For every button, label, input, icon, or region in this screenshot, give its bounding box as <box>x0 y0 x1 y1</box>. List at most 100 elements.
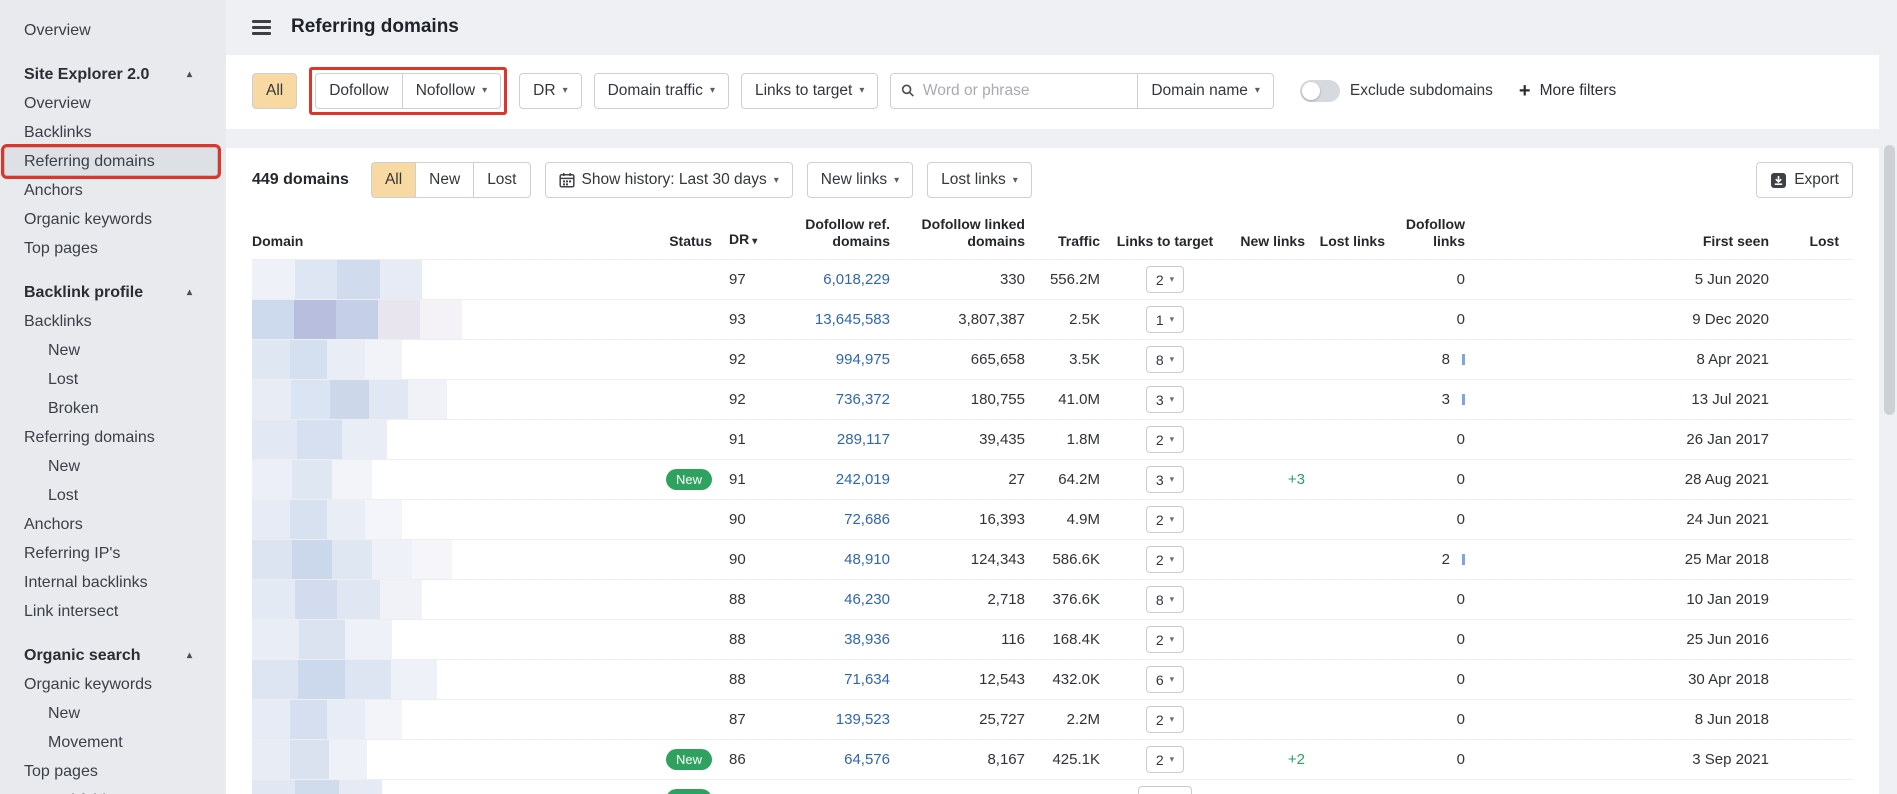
scrollbar-thumb[interactable] <box>1884 145 1895 415</box>
sidebar-item-broken[interactable]: Broken <box>4 394 218 423</box>
collapse-arrow-icon[interactable]: ▴ <box>187 650 192 661</box>
col-header-traffic[interactable]: Traffic <box>1025 210 1100 260</box>
segment-lost-button[interactable]: Lost <box>473 162 530 198</box>
col-header-status[interactable]: Status <box>632 210 712 260</box>
more-filters-button[interactable]: + More filters <box>1519 81 1616 101</box>
export-button[interactable]: Export <box>1756 162 1853 198</box>
sidebar-item-organic-search[interactable]: Organic search▴ <box>4 641 218 670</box>
col-header-dr[interactable]: DR▾ <box>712 210 770 260</box>
links-to-target-dropdown[interactable]: 1▾ <box>1146 306 1184 333</box>
sidebar-item-movement[interactable]: Movement <box>4 728 218 757</box>
lost-cell <box>1777 340 1853 380</box>
search-input[interactable] <box>923 82 1127 100</box>
links-to-target-dropdown[interactable]: 2▾ <box>1146 546 1184 573</box>
table-row: 9072,68616,3934.9M2▾024 Jun 2021 <box>252 500 1853 540</box>
sidebar-item-link-intersect[interactable]: Link intersect <box>4 597 218 626</box>
traffic-cell: 586.6K <box>1025 540 1100 580</box>
dofollow-ref-domains-link[interactable]: 48,910 <box>844 551 890 568</box>
sidebar-item-referring-domains[interactable]: Referring domains <box>4 147 218 176</box>
sidebar-item-referring-domains[interactable]: Referring domains <box>4 423 218 452</box>
sidebar-item-backlink-profile[interactable]: Backlink profile▴ <box>4 278 218 307</box>
search-scope-select[interactable]: Domain name▾ <box>1138 73 1274 109</box>
new-links-button[interactable]: New links▾ <box>807 162 913 198</box>
links-to-target-dropdown[interactable]: 2▾ <box>1146 506 1184 533</box>
col-header-lost-links[interactable]: Lost links <box>1305 210 1385 260</box>
sidebar-item-site-explorer-2-0[interactable]: Site Explorer 2.0▴ <box>4 60 218 89</box>
dofollow-ref-domains-link[interactable]: 289,117 <box>837 431 890 448</box>
col-header-new-links[interactable]: New links <box>1230 210 1305 260</box>
show-history-button[interactable]: Show history: Last 30 days▾ <box>545 162 793 198</box>
dofollow-ref-domains-link[interactable]: 72,686 <box>844 511 890 528</box>
sidebar-item-overview[interactable]: Overview <box>4 89 218 118</box>
dofollow-ref-domains-link[interactable]: 64,576 <box>844 751 890 768</box>
filter-domain-traffic-button[interactable]: Domain traffic▾ <box>594 73 729 109</box>
new-links-cell[interactable]: +236 <box>1230 780 1305 794</box>
sidebar-item-new[interactable]: New <box>4 452 218 481</box>
vertical-scrollbar[interactable] <box>1882 0 1897 794</box>
new-links-cell[interactable]: +3 <box>1230 460 1305 500</box>
chevron-down-icon: ▾ <box>1255 85 1260 96</box>
sidebar-item-referring-ip-s[interactable]: Referring IP's <box>4 539 218 568</box>
collapse-arrow-icon[interactable]: ▴ <box>187 69 192 80</box>
sidebar-item-new[interactable]: New <box>4 336 218 365</box>
segment-all-button[interactable]: All <box>371 162 415 198</box>
sidebar-item-backlinks[interactable]: Backlinks <box>4 307 218 336</box>
new-links-cell[interactable]: +2 <box>1230 740 1305 780</box>
dofollow-ref-domains-link[interactable]: 38,936 <box>844 631 890 648</box>
domain-cell <box>252 620 632 660</box>
exclude-subdomains-toggle[interactable] <box>1300 80 1340 102</box>
lost-links-button[interactable]: Lost links▾ <box>927 162 1032 198</box>
links-to-target-dropdown[interactable]: 2▾ <box>1146 706 1184 733</box>
filter-links-to-target-button[interactable]: Links to target▾ <box>741 73 878 109</box>
menu-icon[interactable] <box>252 20 271 35</box>
col-header-dofollow-linked-domains[interactable]: Dofollow linked domains <box>890 210 1025 260</box>
links-to-target-dropdown[interactable]: 236▾ <box>1138 786 1192 794</box>
links-to-target-dropdown[interactable]: 2▾ <box>1146 266 1184 293</box>
app-window: OverviewSite Explorer 2.0▴OverviewBackli… <box>0 0 1897 794</box>
dofollow-ref-domains-link[interactable]: 242,019 <box>836 471 890 488</box>
dofollow-ref-domains-link[interactable]: 139,523 <box>836 711 890 728</box>
links-to-target-dropdown[interactable]: 2▾ <box>1146 626 1184 653</box>
sidebar-item-internal-backlinks[interactable]: Internal backlinks <box>4 568 218 597</box>
filter-all-button[interactable]: All <box>252 73 297 109</box>
links-to-target-dropdown[interactable]: 3▾ <box>1146 386 1184 413</box>
links-to-target-dropdown[interactable]: 2▾ <box>1146 746 1184 773</box>
col-header-dofollow-ref-domains[interactable]: Dofollow ref. domains <box>770 210 890 260</box>
col-header-lost[interactable]: Lost <box>1777 210 1853 260</box>
dofollow-ref-domains-link[interactable]: 994,975 <box>836 351 890 368</box>
sidebar-item-organic-keywords[interactable]: Organic keywords <box>4 205 218 234</box>
dofollow-ref-domains-link[interactable]: 6,018,229 <box>823 271 890 288</box>
lost-links-cell <box>1305 340 1385 380</box>
dofollow-ref-domains-link[interactable]: 736,372 <box>836 391 890 408</box>
dofollow-ref-domains-link[interactable]: 71,634 <box>844 671 890 688</box>
sidebar-item-lost[interactable]: Lost <box>4 481 218 510</box>
links-to-target-dropdown[interactable]: 8▾ <box>1146 346 1184 373</box>
filter-dr-button[interactable]: DR▾ <box>519 73 581 109</box>
filter-dofollow-button[interactable]: Dofollow <box>315 73 401 109</box>
traffic-cell: 41.0M <box>1025 380 1100 420</box>
sidebar-item-backlinks[interactable]: Backlinks <box>4 118 218 147</box>
sidebar-item-lost[interactable]: Lost <box>4 365 218 394</box>
annotation-box-dofollow-nofollow: Dofollow Nofollow▾ <box>309 67 507 115</box>
links-to-target-dropdown[interactable]: 8▾ <box>1146 586 1184 613</box>
links-to-target-dropdown[interactable]: 3▾ <box>1146 466 1184 493</box>
sidebar-item-top-pages[interactable]: Top pages <box>4 757 218 786</box>
sidebar-item-top-pages[interactable]: Top pages <box>4 234 218 263</box>
col-header-first-seen[interactable]: First seen <box>1475 210 1777 260</box>
segment-new-button[interactable]: New <box>415 162 473 198</box>
sidebar-item-new[interactable]: New <box>4 699 218 728</box>
sidebar-item-organic-keywords[interactable]: Organic keywords <box>4 670 218 699</box>
links-to-target-dropdown[interactable]: 2▾ <box>1146 426 1184 453</box>
filter-nofollow-button[interactable]: Nofollow▾ <box>402 73 501 109</box>
col-header-links-to-target[interactable]: Links to target <box>1100 210 1230 260</box>
dofollow-ref-domains-link[interactable]: 13,645,583 <box>815 311 890 328</box>
col-header-dofollow-links[interactable]: Dofollow links <box>1385 210 1475 260</box>
dofollow-ref-domains-link[interactable]: 46,230 <box>844 591 890 608</box>
sidebar-item-top-subfolders[interactable]: Top subfolders <box>4 786 218 794</box>
sidebar-item-anchors[interactable]: Anchors <box>4 510 218 539</box>
col-header-domain[interactable]: Domain <box>252 210 632 260</box>
collapse-arrow-icon[interactable]: ▴ <box>187 287 192 298</box>
sidebar-item-overview[interactable]: Overview <box>4 16 218 45</box>
sidebar-item-anchors[interactable]: Anchors <box>4 176 218 205</box>
links-to-target-dropdown[interactable]: 6▾ <box>1146 666 1184 693</box>
